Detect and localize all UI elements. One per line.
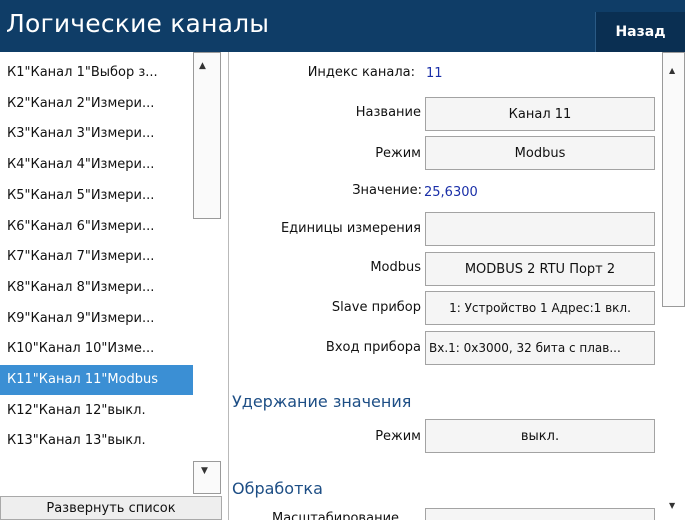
channel-list-scroll-thumb[interactable]	[193, 52, 221, 219]
channel-list-item[interactable]: К3"Канал 3"Измери...	[0, 119, 193, 149]
scaling-field[interactable]: выкл.	[425, 508, 655, 520]
channel-list-item[interactable]: К11"Канал 11"Modbus	[0, 365, 193, 395]
channel-list-item[interactable]: К12"Канал 12"выкл.	[0, 396, 193, 426]
channel-index-label: Индекс канала:	[307, 65, 415, 80]
value-label: Значение:	[352, 183, 422, 198]
channel-list-item[interactable]: К6"Канал 6"Измери...	[0, 212, 193, 242]
scaling-row-clip: Масштабирование выкл.	[232, 508, 662, 520]
details-scrollbar[interactable]: ▲ ▼	[662, 52, 685, 520]
scroll-down-icon[interactable]: ▼	[201, 466, 208, 476]
units-field[interactable]	[425, 212, 655, 246]
name-label: Название	[355, 105, 421, 120]
details-scroll-up-icon[interactable]: ▲	[669, 66, 675, 75]
units-label: Единицы измерения	[280, 221, 421, 236]
name-field[interactable]: Канал 11	[425, 97, 655, 131]
channel-list-item[interactable]: К1"Канал 1"Выбор з...	[0, 58, 193, 88]
channel-list-item[interactable]: К7"Канал 7"Измери...	[0, 242, 193, 272]
modbus-field[interactable]: MODBUS 2 RTU Порт 2	[425, 252, 655, 286]
channel-index-value: 11	[426, 66, 443, 81]
value-readout: 25,6300	[424, 185, 478, 200]
channel-list-item[interactable]: К2"Канал 2"Измери...	[0, 89, 193, 119]
channel-list-item[interactable]: К8"Канал 8"Измери...	[0, 273, 193, 303]
channel-list-item[interactable]: К5"Канал 5"Измери...	[0, 181, 193, 211]
back-button[interactable]: Назад	[595, 12, 685, 52]
channel-list-scrollbar[interactable]: ▲ ▼	[193, 52, 223, 494]
channel-list-item[interactable]: К9"Канал 9"Измери...	[0, 304, 193, 334]
scaling-label: Масштабирование	[272, 511, 400, 520]
page-title: Логические каналы	[6, 9, 270, 38]
mode-field[interactable]: Modbus	[425, 136, 655, 170]
modbus-label: Modbus	[370, 260, 421, 275]
hold-section-title: Удержание значения	[232, 392, 412, 411]
hold-mode-field[interactable]: выкл.	[425, 419, 655, 453]
expand-list-button[interactable]: Развернуть список	[0, 496, 222, 520]
channel-list-item[interactable]: К10"Канал 10"Изме...	[0, 334, 193, 364]
slave-device-label: Slave прибор	[331, 300, 421, 315]
device-input-field[interactable]: Вх.1: 0x3000, 32 бита с плав...	[425, 331, 655, 365]
channel-list-item[interactable]: К4"Канал 4"Измери...	[0, 150, 193, 180]
slave-device-field[interactable]: 1: Устройство 1 Адрес:1 вкл.	[425, 291, 655, 325]
header-bar: Логические каналы Назад	[0, 0, 685, 52]
details-scroll-down-icon[interactable]: ▼	[669, 501, 675, 510]
details-scroll-thumb[interactable]	[662, 52, 685, 307]
scroll-up-icon[interactable]: ▲	[199, 61, 206, 71]
mode-label: Режим	[375, 146, 421, 161]
processing-section-title: Обработка	[232, 479, 323, 498]
channel-list-item[interactable]: К13"Канал 13"выкл.	[0, 426, 193, 456]
device-input-label: Вход прибора	[325, 340, 421, 355]
hold-mode-label: Режим	[375, 429, 421, 444]
